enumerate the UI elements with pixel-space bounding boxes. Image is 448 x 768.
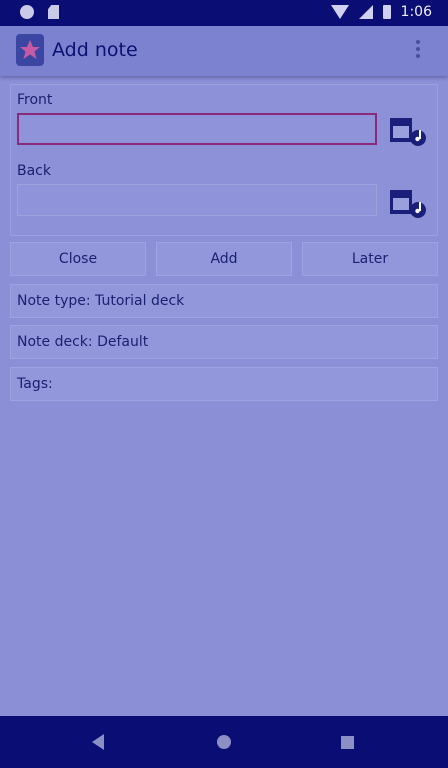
back-field[interactable] <box>17 184 377 216</box>
recents-icon[interactable] <box>341 736 354 749</box>
page-title: Add note <box>52 39 138 61</box>
status-left <box>20 5 59 19</box>
status-bar: 1:06 <box>0 0 448 26</box>
home-icon[interactable] <box>217 735 231 749</box>
tags-field[interactable]: Tags: <box>10 367 438 401</box>
sd-card-icon <box>48 5 59 19</box>
overflow-menu-icon[interactable] <box>416 40 422 58</box>
anki-star-icon <box>16 34 44 66</box>
media-attach-icon[interactable] <box>388 190 428 220</box>
signal-icon <box>358 5 373 19</box>
add-button[interactable]: Add <box>156 242 292 276</box>
front-field[interactable] <box>17 113 377 145</box>
circle-notification-icon <box>20 5 34 19</box>
back-icon[interactable] <box>92 734 104 750</box>
back-label: Back <box>17 163 51 179</box>
battery-icon <box>382 5 391 19</box>
navigation-bar <box>0 716 448 768</box>
status-time: 1:06 <box>400 4 432 20</box>
app-bar: Add note <box>0 26 448 76</box>
front-label: Front <box>17 92 53 108</box>
note-deck-selector[interactable]: Note deck: Default <box>10 325 438 359</box>
status-right: 1:06 <box>330 4 432 20</box>
close-button[interactable]: Close <box>10 242 146 276</box>
media-attach-icon[interactable] <box>388 118 428 148</box>
note-type-selector[interactable]: Note type: Tutorial deck <box>10 284 438 318</box>
wifi-icon <box>330 5 349 19</box>
later-button[interactable]: Later <box>302 242 438 276</box>
